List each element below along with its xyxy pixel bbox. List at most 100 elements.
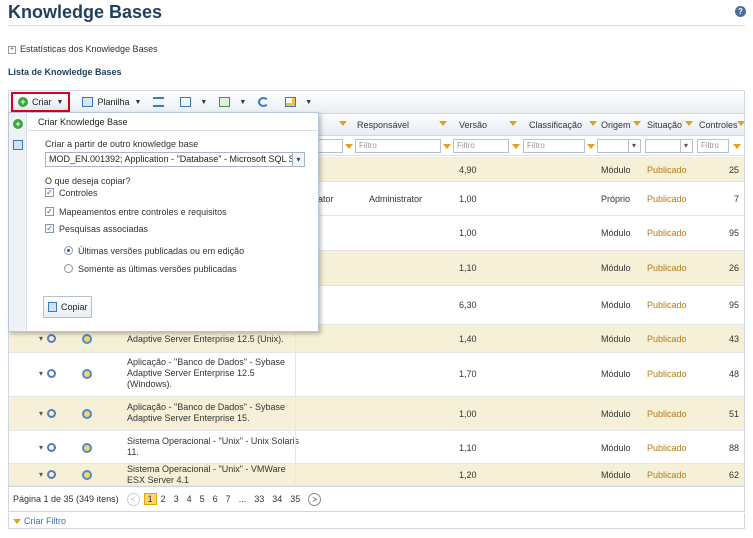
create-button-label: Criar: [32, 97, 52, 107]
stats-link[interactable]: + Estatísticas dos Knowledge Bases: [8, 44, 158, 54]
popup-header[interactable]: Criar Knowledge Base: [28, 113, 318, 131]
expand-icon[interactable]: ▾: [39, 470, 43, 479]
filter-input[interactable]: Filtro: [355, 139, 441, 153]
filter-input[interactable]: Filtro: [697, 139, 729, 153]
page-number[interactable]: 6: [209, 494, 222, 504]
page-number[interactable]: 34: [268, 494, 286, 504]
origin-cell: Módulo: [601, 369, 631, 379]
page-title: Knowledge Bases: [8, 2, 163, 22]
copy-icon[interactable]: [13, 140, 23, 150]
filter-icon[interactable]: [589, 121, 597, 126]
column-header-versao[interactable]: Versão: [459, 120, 487, 130]
refresh-button[interactable]: [252, 93, 279, 111]
filter-input[interactable]: Filtro: [453, 139, 509, 153]
create-filter-link[interactable]: Criar Filtro: [8, 513, 745, 529]
surveys-checkbox[interactable]: ✓: [45, 224, 54, 233]
description-cell: Sistema Operacional - "Unix" - Unix Sola…: [127, 436, 299, 457]
page-number[interactable]: 33: [250, 494, 268, 504]
expand-icon[interactable]: ▾: [39, 443, 43, 452]
chevron-down-icon[interactable]: ▾: [292, 153, 304, 166]
column-header-origem[interactable]: Origem: [601, 120, 631, 130]
filter-icon[interactable]: [737, 121, 745, 126]
popup-sidebar: +: [9, 113, 27, 331]
add-icon[interactable]: +: [13, 119, 23, 129]
filter-icon[interactable]: [733, 144, 741, 149]
filter-icon[interactable]: [443, 144, 451, 149]
search-icon[interactable]: [47, 470, 56, 479]
help-icon[interactable]: ?: [735, 6, 746, 17]
chevron-down-icon: ▼: [305, 98, 313, 106]
column-header-classificacao[interactable]: Classificação: [529, 120, 582, 130]
copy-question-label: O que deseja copiar?: [45, 176, 131, 186]
description-cell: Adaptive Server Enterprise 12.5 (Unix).: [127, 334, 284, 344]
column-header-responsavel[interactable]: Responsável: [357, 120, 409, 130]
description-cell: Aplicação - "Banco de Dados" - Sybase Ad…: [127, 402, 285, 423]
table-row[interactable]: ▾ Sistema Operacional - "Unix" - VMWare …: [9, 464, 744, 486]
hierarchy-button[interactable]: [147, 93, 174, 111]
spreadsheet-icon: [82, 97, 94, 107]
status-cell: Publicado: [647, 165, 687, 175]
origin-filter-select[interactable]: [597, 139, 641, 153]
add-icon: +: [18, 97, 28, 107]
status-cell: Publicado: [647, 334, 687, 344]
columns-button[interactable]: ▼: [174, 93, 213, 111]
status-cell: Publicado: [647, 369, 687, 379]
filter-icon[interactable]: [633, 121, 641, 126]
version-cell: 6,30: [459, 300, 477, 310]
filter-input[interactable]: Filtro: [523, 139, 585, 153]
page-number[interactable]: 7: [222, 494, 235, 504]
controls-checkbox[interactable]: ✓: [45, 188, 54, 197]
source-kb-select[interactable]: MOD_EN.001392; Application - "Database" …: [45, 152, 305, 167]
copy-button[interactable]: Copiar: [43, 296, 92, 318]
filter-icon[interactable]: [509, 121, 517, 126]
create-filter-label: Criar Filtro: [24, 516, 66, 526]
description-cell: Aplicação - "Banco de Dados" - Sybase Ad…: [127, 357, 285, 389]
column-header-situacao[interactable]: Situação: [647, 120, 682, 130]
hierarchy-icon: [153, 97, 165, 107]
mappings-checkbox[interactable]: ✓: [45, 207, 54, 216]
clock-icon: [82, 409, 92, 419]
page-number[interactable]: 4: [183, 494, 196, 504]
export-button[interactable]: ▼: [213, 93, 252, 111]
filter-icon[interactable]: [339, 121, 347, 126]
controls-cell: 62: [728, 470, 739, 480]
page-number[interactable]: 5: [196, 494, 209, 504]
expand-icon[interactable]: ▾: [39, 409, 43, 418]
column-header-controles[interactable]: Controles: [699, 120, 738, 130]
controls-cell: 48: [728, 369, 739, 379]
table-row[interactable]: ▾ Sistema Operacional - "Unix" - Unix So…: [9, 431, 744, 464]
page-number-current[interactable]: 1: [143, 493, 157, 505]
table-row[interactable]: ▾ Aplicação - "Banco de Dados" - Sybase …: [9, 353, 744, 397]
version-cell: 4,90: [459, 165, 477, 175]
pager: Página 1 de 35 (349 itens) < 1 2 3 4 5 6…: [8, 486, 745, 512]
table-row[interactable]: ▾ Aplicação - "Banco de Dados" - Sybase …: [9, 397, 744, 431]
controls-cell: 95: [728, 300, 739, 310]
status-filter-select[interactable]: [645, 139, 693, 153]
toolbar: + Criar ▼ Planilha ▼ ▼ ▼ ▼: [8, 90, 745, 114]
search-icon[interactable]: [47, 369, 56, 378]
latest-or-editing-radio[interactable]: [64, 246, 73, 255]
search-icon[interactable]: [47, 443, 56, 452]
next-page-button[interactable]: >: [308, 492, 322, 506]
spreadsheet-button[interactable]: Planilha ▼: [76, 93, 147, 111]
page-number[interactable]: 3: [170, 494, 183, 504]
description-cell: Sistema Operacional - "Unix" - VMWare ES…: [127, 464, 286, 485]
expand-icon[interactable]: ▾: [39, 369, 43, 378]
filter-icon[interactable]: [587, 144, 595, 149]
latest-published-radio[interactable]: [64, 264, 73, 273]
create-button[interactable]: + Criar ▼: [11, 92, 71, 112]
prev-page-button[interactable]: <: [126, 492, 140, 506]
filter-icon[interactable]: [512, 144, 520, 149]
expand-icon[interactable]: ▾: [39, 334, 43, 343]
spreadsheet-button-label: Planilha: [97, 97, 130, 107]
filter-icon[interactable]: [685, 121, 693, 126]
page-number[interactable]: 35: [286, 494, 304, 504]
filter-icon[interactable]: [439, 121, 447, 126]
search-icon[interactable]: [47, 334, 56, 343]
search-icon[interactable]: [47, 409, 56, 418]
edit-button[interactable]: ▼: [279, 93, 318, 111]
page-number[interactable]: 2: [157, 494, 170, 504]
controls-cell: 95: [728, 228, 739, 238]
version-cell: 1,10: [459, 443, 477, 453]
filter-icon[interactable]: [345, 144, 353, 149]
